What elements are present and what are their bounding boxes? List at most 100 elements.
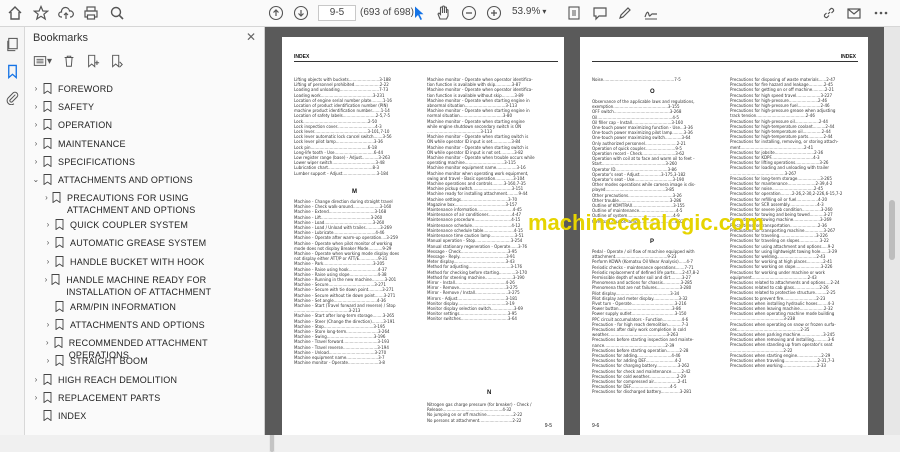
options-menu-icon[interactable]: ▾: [33, 54, 52, 68]
more-options-icon[interactable]: [872, 4, 890, 22]
bookmark-item[interactable]: › HIGH REACH DEMOLITION: [31, 373, 245, 386]
zoom-in-icon[interactable]: [485, 4, 503, 22]
bookmark-icon: [55, 319, 64, 330]
close-icon[interactable]: ✕: [246, 30, 256, 44]
bookmark-label: INDEX: [58, 411, 87, 421]
page-number-input[interactable]: 9-5: [318, 5, 356, 21]
bookmark-icon: [55, 237, 64, 249]
bookmark-icon: [43, 174, 52, 185]
chevron-down-icon[interactable]: ⌄: [31, 174, 41, 186]
bookmark-icon: [43, 119, 52, 131]
bookmark-item[interactable]: › STRAIGHT BOOM: [43, 355, 245, 367]
bookmark-item[interactable]: › ATTACHMENTS AND OPTIONS: [43, 319, 245, 331]
bookmark-item[interactable]: › MAINTENANCE: [31, 137, 245, 150]
index-entry: Lumber support - Adjust.................…: [294, 170, 389, 176]
bookmark-item[interactable]: › AUTOMATIC GREASE SYSTEM: [43, 237, 245, 249]
bookmark-item[interactable]: › HANDLE MACHINE READY FOR INSTALLATION O…: [43, 273, 245, 298]
previous-page-icon[interactable]: [267, 4, 285, 22]
chevron-right-icon[interactable]: ›: [43, 337, 52, 349]
index-letter-n: N: [487, 390, 492, 396]
document-scroll-thumb[interactable]: [889, 200, 895, 260]
page-folio-left: 9-5: [544, 423, 552, 429]
bookmark-icon: [52, 192, 61, 204]
select-cursor-icon[interactable]: [410, 4, 428, 22]
bookmark-item[interactable]: INDEX: [31, 410, 245, 422]
bookmark-icon: [55, 300, 64, 312]
index-entry: Precautions for discharged battery......…: [592, 389, 692, 395]
pages-icon[interactable]: [5, 37, 20, 52]
bookmark-item[interactable]: › SPECIFICATIONS: [31, 155, 245, 168]
bookmark-item[interactable]: › PRECAUTIONS FOR USING ATTACHMENT AND OP…: [43, 192, 245, 216]
bookmark-label: MAINTENANCE: [58, 138, 126, 149]
email-icon[interactable]: [845, 4, 863, 22]
attachment-icon[interactable]: [5, 90, 20, 106]
new-bookmark-icon[interactable]: [86, 54, 100, 68]
bookmark-label: HANDLE BUCKET WITH HOOK: [70, 256, 205, 267]
bookmark-item[interactable]: › HANDLE BUCKET WITH HOOK: [43, 255, 245, 268]
chevron-right-icon[interactable]: ›: [31, 101, 41, 113]
bookmark-icon: [55, 219, 64, 231]
chevron-right-icon[interactable]: ›: [43, 274, 49, 286]
chevron-right-icon[interactable]: ›: [31, 138, 41, 150]
index-column-3b: Observance of the applicable laws and re…: [592, 99, 717, 224]
bookmark-label: SPECIFICATIONS: [58, 156, 136, 167]
bookmark-label: HANDLE MACHINE READY FOR INSTALLATION OF…: [66, 274, 212, 297]
chevron-right-icon[interactable]: ›: [43, 355, 53, 367]
chevron-right-icon[interactable]: ›: [43, 192, 50, 204]
chevron-right-icon[interactable]: ›: [31, 119, 41, 131]
comment-icon[interactable]: [591, 4, 609, 22]
chevron-right-icon[interactable]: ›: [43, 237, 53, 249]
fit-page-icon[interactable]: [565, 4, 583, 22]
bookmark-item[interactable]: › SAFETY: [31, 101, 245, 113]
index-entry: Monitor switches........................…: [427, 316, 517, 322]
search-icon[interactable]: [108, 4, 126, 22]
bookmark-label: ATTACHMENTS AND OPTIONS: [70, 320, 205, 330]
bookmark-item[interactable]: › FOREWORD: [31, 83, 245, 95]
delete-icon[interactable]: [62, 54, 76, 68]
index-column-1b: Machine - Change direction during straig…: [294, 199, 414, 366]
bookmark-label: REPLACEMENT PARTS: [58, 392, 161, 403]
share-link-icon[interactable]: [820, 4, 838, 22]
upload-cloud-icon[interactable]: [57, 4, 75, 22]
bookmark-label: ARM/PIN INFORMATION: [70, 301, 177, 312]
chevron-down-icon: ▾: [542, 7, 547, 16]
chevron-right-icon[interactable]: ›: [43, 319, 53, 331]
pen-icon[interactable]: [616, 4, 634, 22]
bookmark-icon[interactable]: [5, 64, 20, 80]
page-left: INDEX Lifting objects with buckets......…: [282, 37, 564, 435]
index-column-1: Lifting objects with buckets............…: [294, 77, 414, 176]
chevron-right-icon[interactable]: ›: [43, 219, 53, 231]
bookmark-icon: [43, 373, 52, 385]
page-count: (693 of 698): [360, 7, 414, 18]
star-icon[interactable]: [32, 4, 50, 22]
chevron-right-icon[interactable]: ›: [43, 256, 53, 268]
bookmark-item[interactable]: › QUICK COUPLER SYSTEM: [43, 219, 245, 231]
bookmark-icon: [51, 273, 60, 285]
bookmark-item[interactable]: › OPERATION: [31, 119, 245, 131]
bookmark-icon: [43, 83, 52, 94]
index-letter-o: O: [650, 89, 655, 95]
chevron-right-icon[interactable]: ›: [31, 156, 41, 168]
bookmark-icon: [55, 255, 64, 267]
bookmark-item[interactable]: › REPLACEMENT PARTS: [31, 391, 245, 404]
index-entry: Noise...................................…: [592, 77, 681, 82]
print-icon[interactable]: [82, 4, 100, 22]
chevron-right-icon[interactable]: ›: [31, 392, 41, 404]
bookmark-label: QUICK COUPLER SYSTEM: [70, 220, 189, 231]
home-icon[interactable]: [6, 4, 24, 22]
chevron-right-icon[interactable]: ›: [31, 374, 41, 386]
hand-tool-icon[interactable]: [434, 4, 452, 22]
bookmark-icon: [43, 410, 52, 421]
toolbar: 9-5 (693 of 698) 53.9% ▾: [0, 0, 900, 27]
zoom-value: 53.9%: [512, 6, 541, 17]
panel-title: Bookmarks: [33, 32, 89, 44]
zoom-out-icon[interactable]: [460, 4, 478, 22]
bookmark-label: STRAIGHT BOOM: [70, 356, 148, 367]
expand-bookmark-icon[interactable]: [110, 54, 124, 68]
zoom-dropdown[interactable]: 53.9% ▾: [512, 6, 546, 17]
bookmark-item[interactable]: ⌄ ATTACHMENTS AND OPTIONS: [31, 174, 245, 186]
next-page-icon[interactable]: [292, 4, 310, 22]
sign-icon[interactable]: [642, 4, 660, 22]
chevron-right-icon[interactable]: ›: [31, 83, 41, 95]
bookmark-item[interactable]: ARM/PIN INFORMATION: [43, 300, 245, 313]
